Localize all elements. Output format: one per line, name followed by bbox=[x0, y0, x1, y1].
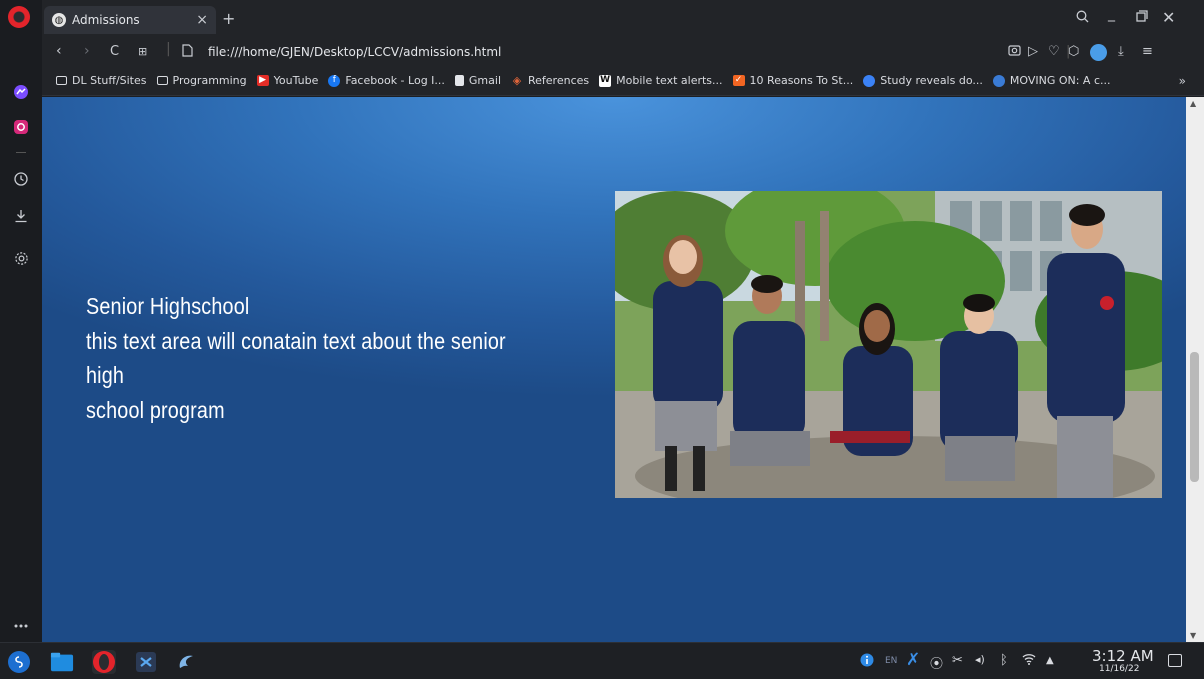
tab-admissions[interactable]: ◍ Admissions × bbox=[44, 6, 216, 34]
bookmark-label: MOVING ON: A c... bbox=[1009, 74, 1111, 87]
wifi-icon[interactable] bbox=[1022, 653, 1036, 669]
reload-button[interactable]: C bbox=[110, 44, 119, 59]
youtube-icon: ▶ bbox=[256, 75, 269, 86]
history-icon[interactable] bbox=[7, 167, 35, 191]
bookmark-10-reasons[interactable]: ✓ 10 Reasons To St... bbox=[732, 74, 854, 87]
document-icon bbox=[454, 75, 464, 86]
vscode-icon[interactable] bbox=[134, 650, 158, 674]
checkmark-icon: ✓ bbox=[732, 75, 745, 86]
students-group-photo bbox=[615, 191, 1162, 498]
bookmarks-bar: DL Stuff/Sites Programming ▶ YouTube f F… bbox=[42, 66, 1204, 96]
bookmark-label: Study reveals do... bbox=[880, 74, 983, 87]
update-tray-icon[interactable]: ⦿ bbox=[930, 653, 943, 672]
hero-heading: Senior Highschool bbox=[86, 293, 250, 319]
tray-expand-icon[interactable]: ▲ bbox=[1046, 655, 1054, 666]
search-tabs-icon[interactable] bbox=[1076, 10, 1089, 27]
facebook-icon: f bbox=[328, 74, 341, 87]
bluetooth-icon[interactable]: ᛒ bbox=[1000, 653, 1008, 668]
keyboard-language[interactable]: EN bbox=[885, 656, 897, 666]
bookmark-label: References bbox=[528, 74, 590, 87]
screenshot-scissors-icon[interactable]: ✂ bbox=[952, 653, 963, 668]
scrollbar-thumb[interactable] bbox=[1190, 352, 1199, 482]
download-arrow-icon[interactable]: ⤓ bbox=[1118, 44, 1124, 59]
bookmark-heart-icon[interactable]: ♡ bbox=[1048, 44, 1060, 59]
clock-time[interactable]: 3:12 AM bbox=[1092, 647, 1154, 665]
desktop-screen: ◍ Admissions × + _ ✕ ‹ › C ⊞ | file:///h… bbox=[0, 0, 1204, 679]
info-tray-icon[interactable] bbox=[860, 653, 874, 671]
page-content: Senior Highschool this text area will co… bbox=[42, 97, 1186, 642]
browser-sidebar bbox=[0, 0, 42, 642]
bookmark-label: Programming bbox=[172, 74, 247, 87]
bookmark-references[interactable]: ◈ References bbox=[511, 74, 589, 87]
hero-description-line: school program bbox=[86, 396, 225, 423]
url-field[interactable]: file:///home/GJEN/Desktop/LCCV/admission… bbox=[208, 45, 501, 59]
folder-icon bbox=[156, 76, 168, 85]
minimize-button[interactable]: _ bbox=[1108, 6, 1115, 22]
send-icon[interactable]: ▷ bbox=[1028, 44, 1038, 59]
moving-on-icon bbox=[992, 74, 1005, 87]
show-desktop-icon[interactable] bbox=[1168, 654, 1182, 667]
new-tab-button[interactable]: + bbox=[222, 9, 235, 28]
opera-logo-icon[interactable] bbox=[8, 6, 30, 28]
hero-text: Senior Highschool this text area will co… bbox=[86, 289, 533, 427]
forward-button[interactable]: › bbox=[84, 43, 90, 59]
wallet-icon[interactable]: ⬡ bbox=[1068, 44, 1079, 59]
file-manager-icon[interactable] bbox=[50, 650, 74, 674]
page-scrollbar[interactable]: ▲ ▼ bbox=[1186, 97, 1204, 642]
bookmark-facebook[interactable]: f Facebook - Log I... bbox=[328, 74, 445, 87]
instagram-icon[interactable] bbox=[7, 115, 35, 139]
back-button[interactable]: ‹ bbox=[56, 43, 62, 59]
bookmark-label: YouTube bbox=[273, 74, 319, 87]
bookmark-gmail[interactable]: Gmail bbox=[454, 74, 501, 87]
close-window-button[interactable]: ✕ bbox=[1162, 8, 1175, 27]
globe-icon: ◍ bbox=[52, 13, 66, 27]
bookmark-label: Gmail bbox=[468, 74, 501, 87]
tab-bar: ◍ Admissions × + _ ✕ bbox=[42, 0, 1204, 40]
sidebar-divider bbox=[16, 152, 26, 153]
app-launcher-icon[interactable] bbox=[8, 651, 30, 673]
speed-dial-icon[interactable]: ⊞ bbox=[138, 45, 147, 58]
bookmark-moving-on[interactable]: MOVING ON: A c... bbox=[992, 74, 1111, 87]
volume-icon[interactable]: ◂) bbox=[975, 653, 985, 666]
bookmark-programming[interactable]: Programming bbox=[156, 74, 247, 87]
bookmarks-overflow-button[interactable]: » bbox=[1179, 74, 1186, 88]
address-bar-row: ‹ › C ⊞ | file:///home/GJEN/Desktop/LCCV… bbox=[42, 40, 1204, 66]
page-info-icon[interactable] bbox=[182, 44, 193, 61]
messenger-icon[interactable] bbox=[7, 80, 35, 104]
w-icon: W bbox=[599, 74, 612, 87]
kde-connect-icon[interactable] bbox=[174, 650, 198, 674]
study-icon bbox=[863, 74, 876, 87]
scroll-up-arrow-icon[interactable]: ▲ bbox=[1190, 99, 1196, 108]
network-manager-icon[interactable]: ✗ bbox=[906, 650, 920, 670]
taskbar: EN ✗ ⦿ ✂ ◂) ᛒ ▲ 3:12 AM 11/16/22 bbox=[0, 642, 1204, 679]
clock-date[interactable]: 11/16/22 bbox=[1099, 664, 1139, 674]
downloads-icon[interactable] bbox=[7, 204, 35, 228]
tab-title: Admissions bbox=[72, 13, 140, 27]
references-icon: ◈ bbox=[512, 74, 522, 87]
bookmark-label: Mobile text alerts... bbox=[616, 74, 723, 87]
bookmark-label: Facebook - Log I... bbox=[345, 74, 445, 87]
more-options-icon[interactable] bbox=[7, 614, 35, 638]
bookmark-label: 10 Reasons To St... bbox=[749, 74, 854, 87]
bookmark-label: DL Stuff/Sites bbox=[72, 74, 147, 87]
folder-icon bbox=[56, 76, 67, 85]
snapshot-icon[interactable] bbox=[1008, 44, 1021, 60]
scroll-down-arrow-icon[interactable]: ▼ bbox=[1190, 631, 1196, 640]
tab-close-icon[interactable]: × bbox=[196, 12, 208, 28]
easy-setup-icon[interactable]: ≡ bbox=[1142, 44, 1153, 59]
settings-gear-icon[interactable] bbox=[7, 246, 35, 270]
profile-avatar[interactable] bbox=[1090, 44, 1107, 61]
maximize-button[interactable] bbox=[1136, 10, 1148, 26]
bookmark-study-reveals[interactable]: Study reveals do... bbox=[863, 74, 983, 87]
hero-description-line: this text area will conatain text about … bbox=[86, 327, 506, 389]
bookmark-mobile-text-alerts[interactable]: W Mobile text alerts... bbox=[599, 74, 723, 87]
opera-taskbar-icon[interactable] bbox=[92, 650, 116, 674]
nav-divider: | bbox=[166, 41, 171, 57]
bookmark-youtube[interactable]: ▶ YouTube bbox=[256, 74, 319, 87]
bookmark-dl-stuff[interactable]: DL Stuff/Sites bbox=[56, 74, 147, 87]
